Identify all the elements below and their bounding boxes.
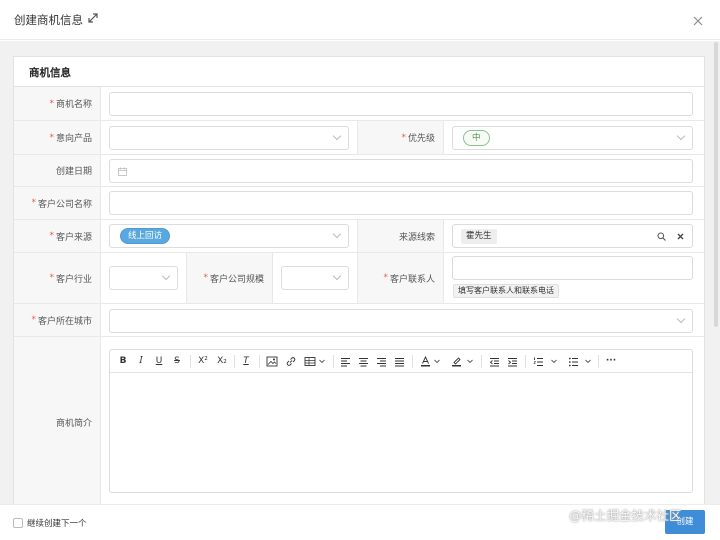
underline-button[interactable]: U <box>153 355 165 368</box>
product-select[interactable] <box>109 126 349 150</box>
scrollbar[interactable] <box>714 42 718 327</box>
dialog-title: 创建商机信息 <box>14 13 83 27</box>
created-date-label: 创建日期 <box>55 167 92 177</box>
chevron-down-icon[interactable] <box>433 355 441 368</box>
italic-button[interactable]: I <box>135 355 147 368</box>
highlight-icon[interactable] <box>451 355 462 368</box>
subscript-button[interactable]: X₂ <box>215 355 229 368</box>
search-icon[interactable] <box>657 232 666 241</box>
superscript-button[interactable]: X² <box>196 355 210 368</box>
priority-tag: 中 <box>463 130 490 146</box>
more-button[interactable]: ··· <box>604 355 618 368</box>
chevron-down-icon[interactable] <box>318 355 326 368</box>
table-icon[interactable] <box>304 355 316 368</box>
row-city: * 客户所在城市 <box>14 304 704 337</box>
continue-label[interactable]: 继续创建下一个 <box>27 517 87 529</box>
company-size-label: 客户公司规模 <box>209 274 264 285</box>
align-right-icon[interactable] <box>376 355 387 368</box>
chevron-down-icon <box>676 131 686 141</box>
link-icon[interactable] <box>285 355 297 368</box>
priority-label: 优先级 <box>407 134 435 144</box>
row-created-date: 创建日期 <box>14 155 704 187</box>
calendar-icon <box>118 167 127 176</box>
chevron-down-icon <box>332 229 342 239</box>
continue-checkbox[interactable] <box>13 518 23 528</box>
contact-input[interactable] <box>452 256 693 280</box>
source-label: 客户来源 <box>55 232 92 243</box>
row-product-priority: * 意向产品 * 优先级 中 <box>14 121 704 155</box>
city-label: 客户所在城市 <box>37 316 92 327</box>
intro-label: 商机简介 <box>55 418 92 429</box>
editor-toolbar: B I U S X² X₂ T ··· <box>110 350 692 373</box>
chevron-down-icon <box>161 271 171 281</box>
strikethrough-button[interactable]: S <box>171 355 183 368</box>
lead-tag: 霍先生 <box>461 229 497 244</box>
bullet-list-icon[interactable] <box>568 355 579 368</box>
product-label: 意向产品 <box>55 134 92 144</box>
priority-select[interactable]: 中 <box>452 126 693 150</box>
row-name: * 商机名称 <box>14 87 704 121</box>
industry-label: 客户行业 <box>55 274 92 285</box>
align-justify-icon[interactable] <box>394 355 405 368</box>
city-select[interactable] <box>109 309 693 333</box>
expand-icon[interactable] <box>88 13 98 23</box>
contact-hint: 填写客户联系人和联系电话 <box>453 284 559 298</box>
contact-label: 客户联系人 <box>389 274 435 285</box>
image-icon[interactable] <box>266 355 278 368</box>
row-company-name: * 客户公司名称 <box>14 187 704 220</box>
form-card: 商机信息 * 商机名称 * 意向产品 * 优先级 中 创建日期 * 客户公司名称… <box>13 56 705 506</box>
company-name-label: 客户公司名称 <box>37 199 92 210</box>
chevron-down-icon <box>332 271 342 281</box>
dialog-header: 创建商机信息 <box>0 0 720 40</box>
source-select[interactable]: 线上回访 <box>109 224 349 248</box>
chevron-down-icon <box>332 131 342 141</box>
name-input[interactable] <box>109 92 693 116</box>
clear-icon[interactable] <box>677 233 684 240</box>
chevron-down-icon[interactable] <box>550 355 558 368</box>
intro-rich-editor[interactable]: B I U S X² X₂ T ··· <box>109 349 693 493</box>
section-title: 商机信息 <box>14 57 704 87</box>
outdent-icon[interactable] <box>489 355 500 368</box>
create-opportunity-dialog: 创建商机信息 商机信息 * 商机名称 * 意向产品 * 优先级 中 创建日期 *… <box>0 0 720 540</box>
align-left-icon[interactable] <box>340 355 351 368</box>
company-size-select[interactable] <box>281 266 349 290</box>
created-date-input[interactable] <box>109 159 693 183</box>
lead-label: 来源线索 <box>398 232 435 243</box>
industry-select[interactable] <box>109 266 178 290</box>
name-label: 商机名称 <box>55 100 92 110</box>
watermark: @稀土掘金技术社区 <box>569 508 682 523</box>
bold-button[interactable]: B <box>117 355 129 368</box>
lead-picker[interactable]: 霍先生 <box>452 224 693 248</box>
source-tag: 线上回访 <box>120 228 171 244</box>
row-industry-size-contact: * 客户行业 * 客户公司规模 * 客户联系人 填写客户联系人和联系电话 <box>14 253 704 304</box>
chevron-down-icon <box>676 314 686 324</box>
chevron-down-icon[interactable] <box>584 355 592 368</box>
font-color-icon[interactable] <box>420 355 431 368</box>
company-name-input[interactable] <box>109 191 693 215</box>
align-center-icon[interactable] <box>358 355 369 368</box>
chevron-down-icon[interactable] <box>466 355 474 368</box>
row-source-lead: * 客户来源 线上回访 来源线索 霍先生 <box>14 220 704 253</box>
indent-icon[interactable] <box>507 355 518 368</box>
numbered-list-icon[interactable] <box>533 355 544 368</box>
row-intro: 商机简介 B I U S X² X₂ T ··· <box>14 337 704 506</box>
close-icon[interactable] <box>693 16 703 26</box>
clear-format-button[interactable]: T <box>240 355 252 368</box>
